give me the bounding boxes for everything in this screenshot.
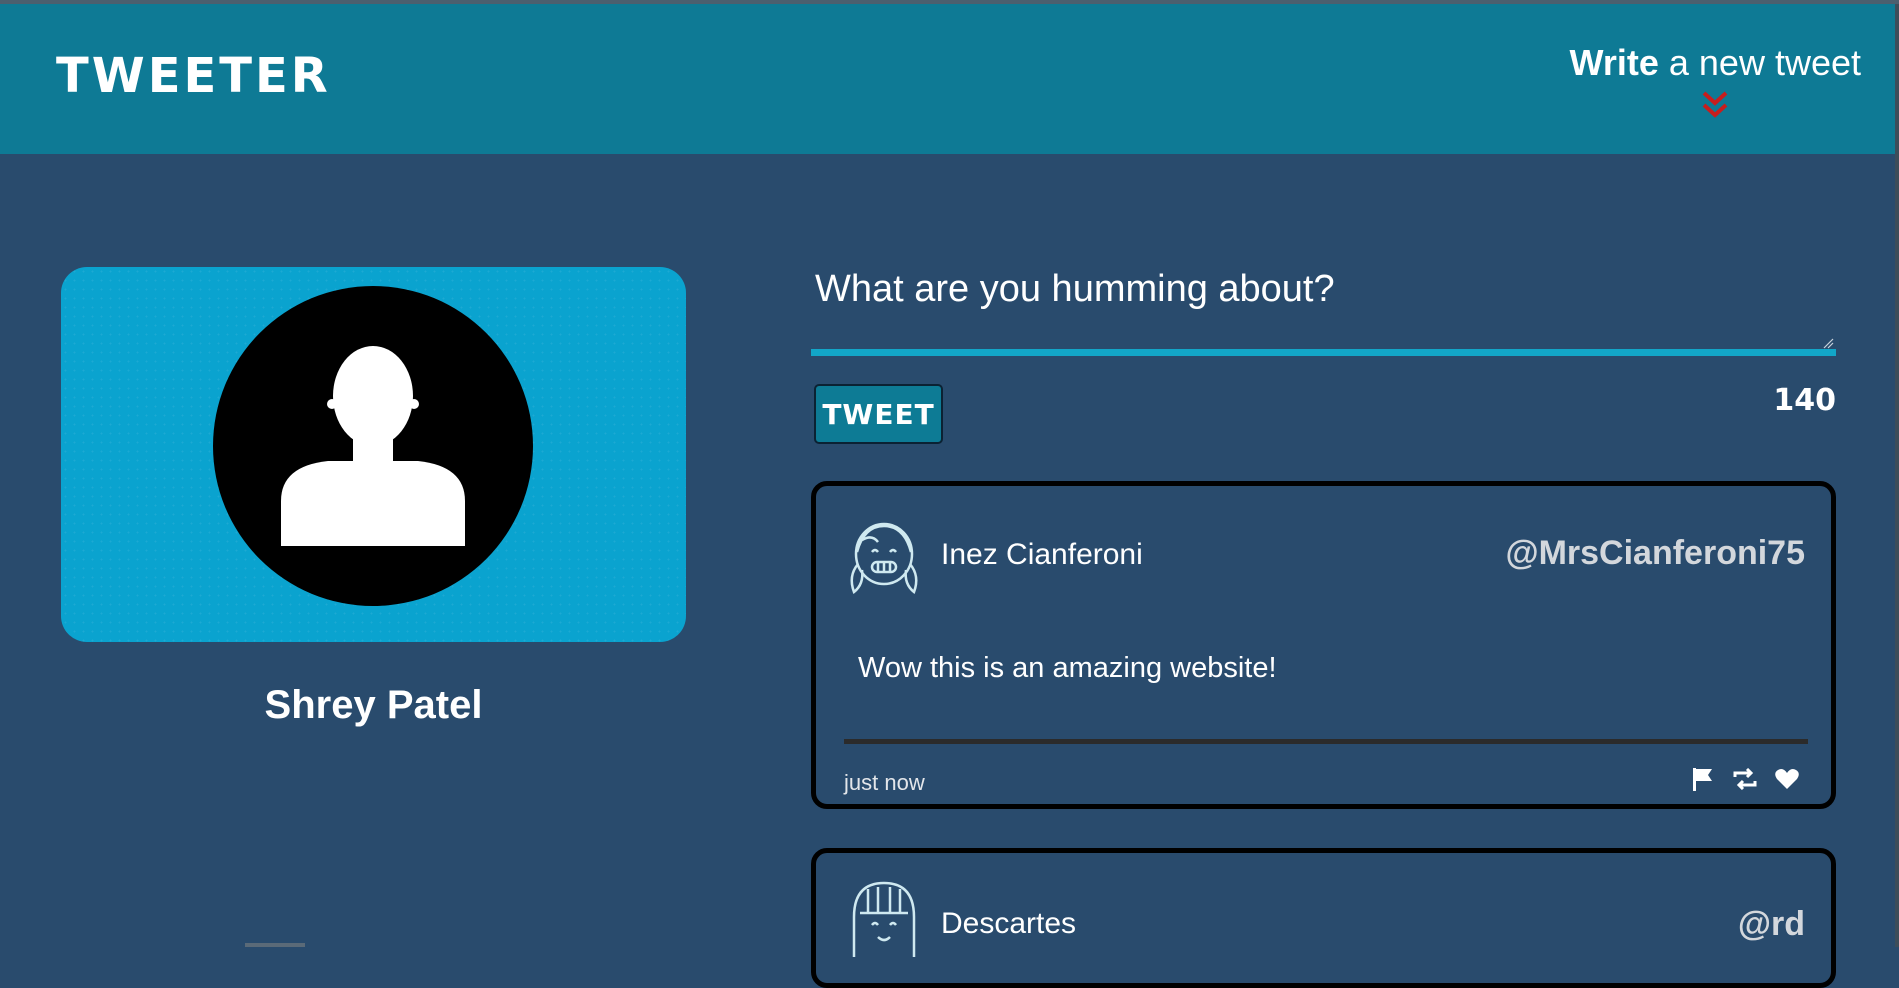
navbar: TWEETER Write a new tweet [0, 4, 1899, 154]
profile-name: Shrey Patel [264, 683, 483, 727]
retweet-icon[interactable] [1731, 765, 1759, 793]
write-new-tweet-toggle[interactable]: Write a new tweet [1570, 42, 1861, 120]
tweet-author-name: Descartes [941, 907, 1077, 940]
tweet-author-handle: @MrsCianferoni75 [1505, 534, 1805, 572]
double-chevron-down-icon[interactable] [1701, 90, 1729, 120]
input-underline [811, 349, 1836, 356]
write-label-bold: Write [1569, 42, 1659, 83]
resize-handle-icon[interactable] [1822, 337, 1834, 349]
window-right-border [1895, 4, 1899, 947]
heart-icon[interactable] [1773, 765, 1801, 793]
girl-pigtails-icon [850, 522, 918, 595]
character-counter: 140 [1773, 383, 1836, 418]
tweet-input[interactable] [811, 262, 1836, 348]
tweet-timestamp: just now [844, 770, 925, 795]
write-label-rest: a new tweet [1658, 42, 1861, 83]
tweet-card: Descartes @rd [811, 848, 1836, 988]
scroll-indicator [245, 943, 305, 947]
tweet-actions [1689, 765, 1801, 793]
user-silhouette-icon [281, 346, 465, 546]
brand-logo[interactable]: TWEETER [56, 48, 331, 104]
tweet-author-handle: @rd [1737, 905, 1805, 943]
tweet-author-name: Inez Cianferoni [941, 538, 1143, 571]
tweet-divider [844, 739, 1808, 744]
girl-bangs-icon [852, 881, 916, 957]
profile-avatar [213, 286, 533, 606]
tweet-text: Wow this is an amazing website! [858, 652, 1277, 684]
flag-icon[interactable] [1689, 765, 1717, 793]
tweet-card: Inez Cianferoni @MrsCianferoni75 Wow thi… [811, 481, 1836, 809]
tweet-submit-button[interactable]: TWEET [814, 384, 943, 444]
